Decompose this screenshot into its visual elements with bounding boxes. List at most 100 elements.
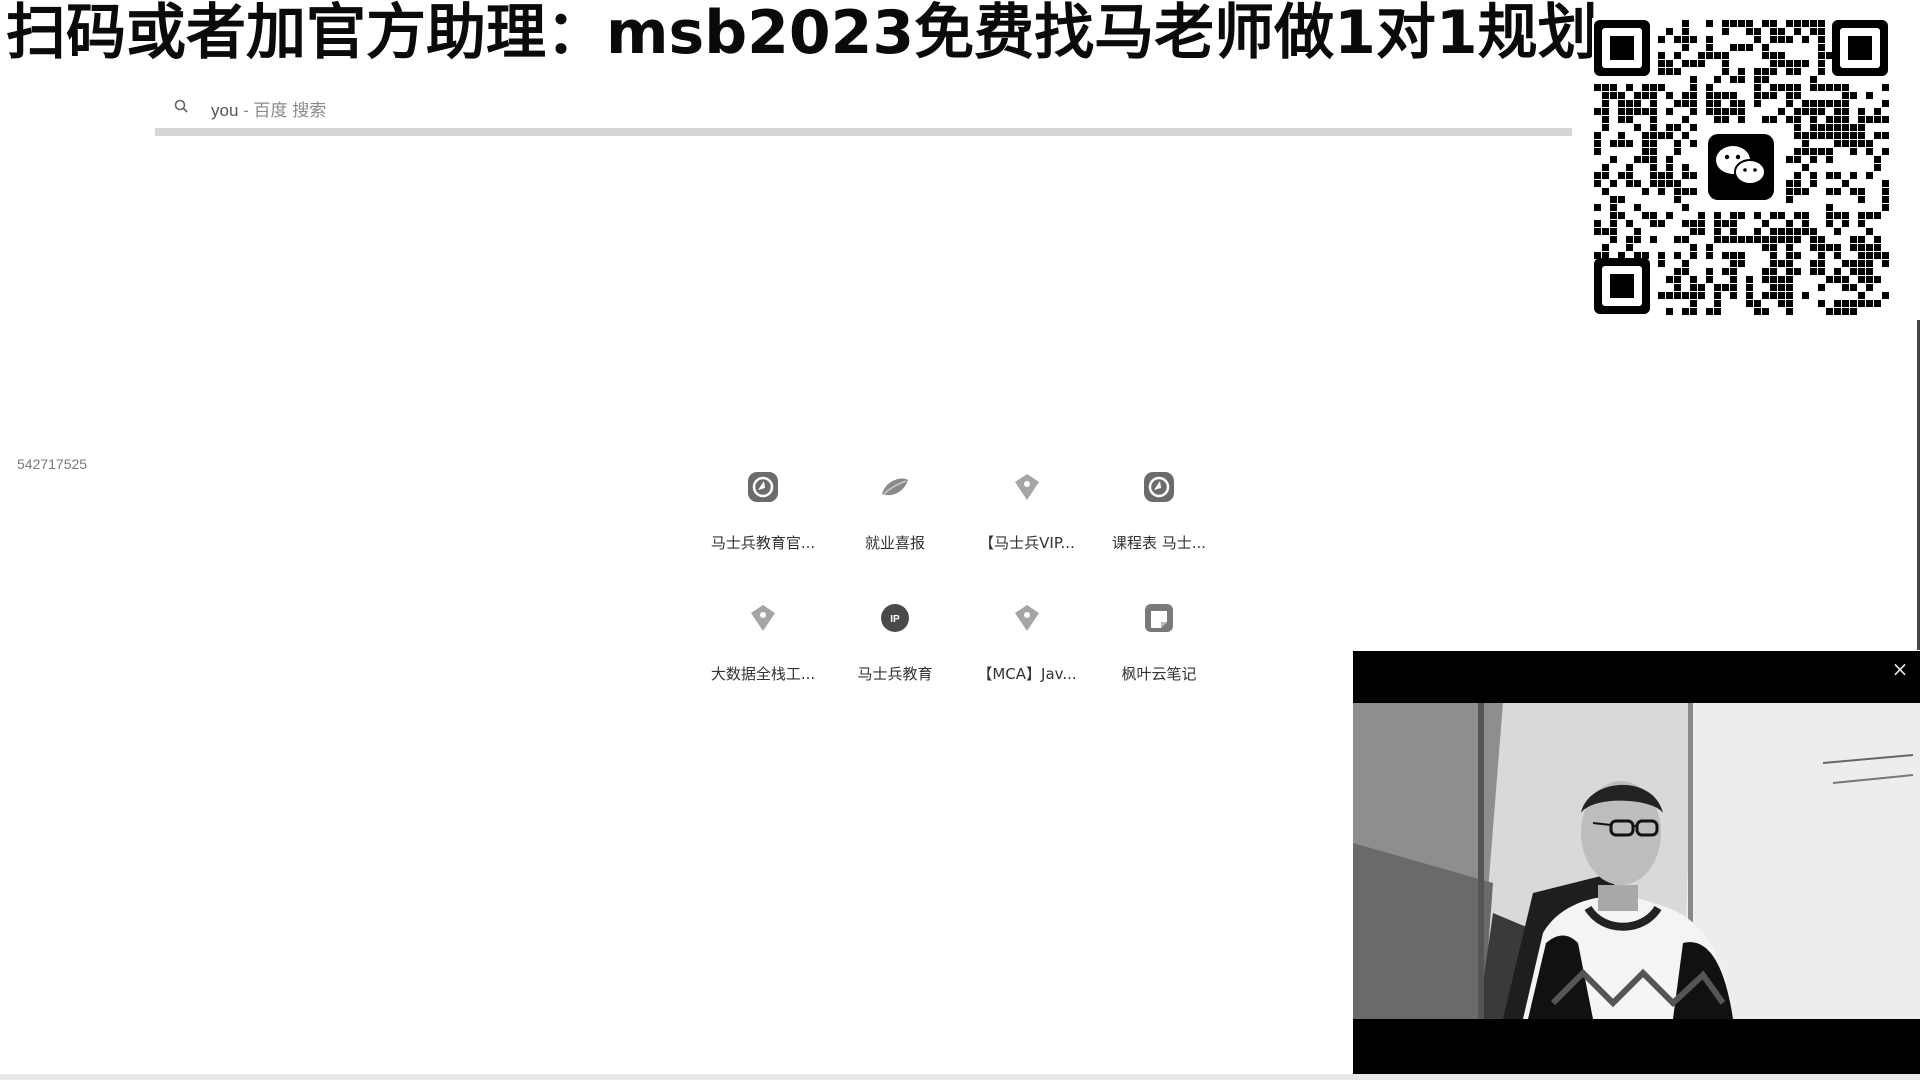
qr-module xyxy=(1778,108,1785,115)
qr-module xyxy=(1770,28,1777,35)
qr-module xyxy=(1666,60,1673,67)
qr-module xyxy=(1658,252,1665,259)
shortcut-item[interactable]: 课程表 马士... xyxy=(1093,462,1225,574)
qr-module xyxy=(1858,252,1865,259)
qr-module xyxy=(1842,180,1849,187)
qr-module xyxy=(1858,276,1865,283)
qr-module xyxy=(1810,260,1817,267)
qr-module xyxy=(1746,276,1753,283)
qr-module xyxy=(1738,108,1745,115)
qr-module xyxy=(1794,28,1801,35)
shortcut-item[interactable]: 马士兵教育官... xyxy=(697,462,829,574)
qr-module xyxy=(1658,60,1665,67)
search-suggestion-bar[interactable]: you - 百度 搜索 xyxy=(155,90,1572,136)
shortcut-item[interactable]: 【MCA】Jav... xyxy=(961,593,1093,705)
qr-module xyxy=(1698,220,1705,227)
qr-module xyxy=(1738,76,1745,83)
qr-module xyxy=(1818,300,1825,307)
search-suggestion-text[interactable]: you - 百度 搜索 xyxy=(211,96,326,121)
qr-module xyxy=(1866,228,1873,235)
qr-module xyxy=(1818,124,1825,131)
close-icon[interactable]: × xyxy=(1890,659,1910,679)
qr-module xyxy=(1730,268,1737,275)
qr-module xyxy=(1762,276,1769,283)
qr-module xyxy=(1594,132,1601,139)
qr-module xyxy=(1722,236,1729,243)
qr-module xyxy=(1650,124,1657,131)
qr-module xyxy=(1786,236,1793,243)
qr-module xyxy=(1658,220,1665,227)
qr-module xyxy=(1762,292,1769,299)
qr-module xyxy=(1826,308,1833,315)
qr-module xyxy=(1786,116,1793,123)
qr-module xyxy=(1762,236,1769,243)
shortcut-label: 【马士兵VIP... xyxy=(979,534,1075,552)
shortcut-label: 【MCA】Jav... xyxy=(977,665,1077,683)
qr-module xyxy=(1778,36,1785,43)
qr-module xyxy=(1786,20,1793,27)
qr-module xyxy=(1690,36,1697,43)
qr-module xyxy=(1770,52,1777,59)
qr-module xyxy=(1730,100,1737,107)
qr-module xyxy=(1762,76,1769,83)
qr-module xyxy=(1858,140,1865,147)
qr-module xyxy=(1786,36,1793,43)
qr-module xyxy=(1842,124,1849,131)
qr-module xyxy=(1594,148,1601,155)
qr-module xyxy=(1626,164,1633,171)
qr-module xyxy=(1826,156,1833,163)
qr-module xyxy=(1882,132,1889,139)
qr-module xyxy=(1882,148,1889,155)
qr-module xyxy=(1810,76,1817,83)
qr-module xyxy=(1682,132,1689,139)
qr-module xyxy=(1690,76,1697,83)
qr-module xyxy=(1834,308,1841,315)
video-overlay-panel[interactable]: × xyxy=(1353,651,1920,1074)
qr-module xyxy=(1826,244,1833,251)
qr-module xyxy=(1690,92,1697,99)
qr-module xyxy=(1658,260,1665,267)
qr-module xyxy=(1786,260,1793,267)
qr-module xyxy=(1730,228,1737,235)
qr-module xyxy=(1826,52,1833,59)
qr-module xyxy=(1730,252,1737,259)
qr-module xyxy=(1866,284,1873,291)
qr-module xyxy=(1714,76,1721,83)
qr-module xyxy=(1714,284,1721,291)
shortcut-item[interactable]: 【马士兵VIP... xyxy=(961,462,1093,574)
qr-module xyxy=(1834,188,1841,195)
svg-text:IP: IP xyxy=(890,614,900,625)
qr-module xyxy=(1690,244,1697,251)
qr-module xyxy=(1650,92,1657,99)
qr-module xyxy=(1730,220,1737,227)
qr-module xyxy=(1618,132,1625,139)
qr-module xyxy=(1738,212,1745,219)
qr-module xyxy=(1826,132,1833,139)
shortcut-item[interactable]: 枫叶云笔记 xyxy=(1093,593,1225,705)
qr-module xyxy=(1666,124,1673,131)
qr-module xyxy=(1674,180,1681,187)
qr-module xyxy=(1762,92,1769,99)
qr-module xyxy=(1674,284,1681,291)
shortcut-item[interactable]: 就业喜报 xyxy=(829,462,961,574)
qr-module xyxy=(1850,284,1857,291)
qr-module xyxy=(1610,220,1617,227)
qr-module xyxy=(1690,252,1697,259)
qr-module xyxy=(1834,84,1841,91)
qr-module xyxy=(1618,252,1625,259)
qr-module xyxy=(1850,132,1857,139)
qr-module xyxy=(1690,300,1697,307)
qr-module xyxy=(1722,52,1729,59)
shortcut-item[interactable]: 大数据全栈工... xyxy=(697,593,829,705)
qr-module xyxy=(1682,292,1689,299)
qr-module xyxy=(1690,228,1697,235)
qr-module xyxy=(1738,236,1745,243)
qr-module xyxy=(1690,292,1697,299)
qr-module xyxy=(1794,228,1801,235)
qr-module xyxy=(1858,244,1865,251)
qr-module xyxy=(1610,84,1617,91)
qr-module xyxy=(1802,20,1809,27)
qr-module xyxy=(1730,108,1737,115)
qr-module xyxy=(1634,92,1641,99)
shortcut-item[interactable]: IP 马士兵教育 xyxy=(829,593,961,705)
